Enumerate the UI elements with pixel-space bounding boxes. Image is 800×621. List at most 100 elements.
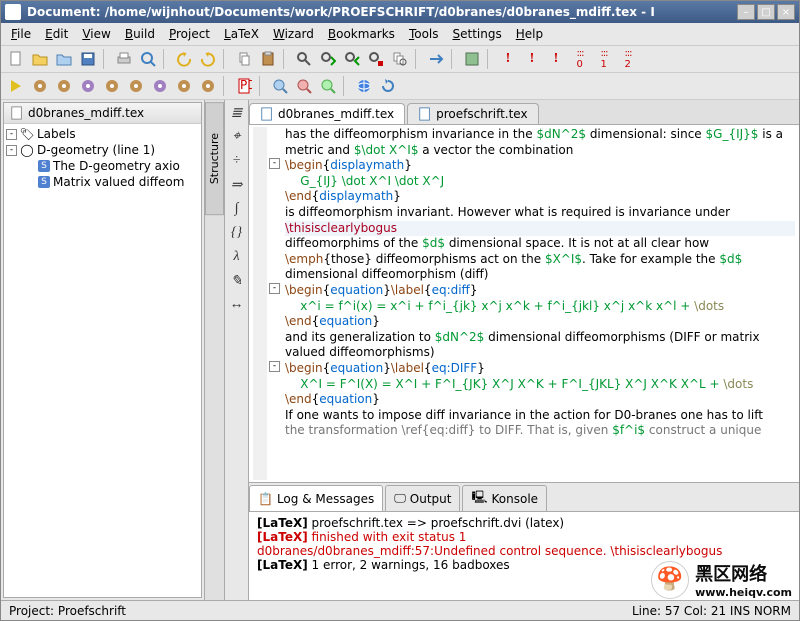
menu-view[interactable]: View <box>76 25 116 43</box>
error-2-button[interactable]: ! <box>521 48 543 70</box>
editor-tool-button[interactable]: ⇒ <box>228 176 246 194</box>
bottom-tab[interactable]: 📋Log & Messages <box>249 485 383 511</box>
gear-1-button[interactable] <box>29 75 51 97</box>
print-button[interactable] <box>113 48 135 70</box>
find-next-button[interactable] <box>317 48 339 70</box>
structure-panel: d0branes_mdiff.tex -🏷Labels-◯D-geometry … <box>1 100 205 600</box>
menu-tools[interactable]: Tools <box>403 25 445 43</box>
editor-tool-button[interactable]: λ <box>228 248 246 266</box>
marker-2-button[interactable]: :::2 <box>617 48 639 70</box>
watermark: 🍄 黑区网络 www.heiqv.com <box>651 560 792 599</box>
close-button[interactable]: × <box>777 4 795 20</box>
editor-tool-button[interactable]: ✎ <box>228 272 246 290</box>
menu-latex[interactable]: LaTeX <box>218 25 265 43</box>
marker-1-button[interactable]: :::1 <box>593 48 615 70</box>
save-button[interactable] <box>77 48 99 70</box>
expander-icon[interactable]: - <box>6 129 17 140</box>
bottom-tabs: 📋Log & Messages🖵Output 🖳 Konsole <box>249 483 799 512</box>
error-1-button[interactable]: ! <box>497 48 519 70</box>
find-in-files-button[interactable] <box>389 48 411 70</box>
copy-button[interactable] <box>233 48 255 70</box>
view-pdf-button[interactable] <box>317 75 339 97</box>
tree-header[interactable]: d0branes_mdiff.tex <box>4 103 201 124</box>
gear-3-button[interactable] <box>77 75 99 97</box>
minimize-button[interactable]: – <box>737 4 755 20</box>
tree-node[interactable]: SThe D-geometry axio <box>6 158 199 174</box>
reload-button[interactable] <box>377 75 399 97</box>
editor-tab[interactable]: proefschrift.tex <box>407 103 538 124</box>
gear-4-button[interactable] <box>101 75 123 97</box>
tree-node[interactable]: -🏷Labels <box>6 126 199 142</box>
editor-tool-button[interactable]: ⌖ <box>228 128 246 146</box>
maximize-button[interactable]: □ <box>757 4 775 20</box>
goto-line-button[interactable] <box>425 48 447 70</box>
menu-build[interactable]: Build <box>119 25 161 43</box>
tree-node[interactable]: -◯D-geometry (line 1) <box>6 142 199 158</box>
watermark-logo-icon: 🍄 <box>651 561 689 599</box>
tab-icon: 🖳 <box>471 488 487 509</box>
replace-button[interactable] <box>365 48 387 70</box>
pdf-button[interactable]: PDF <box>233 75 255 97</box>
open-recent-button[interactable] <box>53 48 75 70</box>
view-dvi-button[interactable] <box>269 75 291 97</box>
editor-tool-button[interactable]: {} <box>228 224 246 242</box>
tree-label: The D-geometry axio <box>53 159 180 173</box>
editor-tool-button[interactable]: ÷ <box>228 152 246 170</box>
circle-icon: ◯ <box>20 143 34 157</box>
menu-bookmarks[interactable]: Bookmarks <box>322 25 401 43</box>
menu-help[interactable]: Help <box>510 25 549 43</box>
find-prev-button[interactable] <box>341 48 363 70</box>
gear-6-button[interactable] <box>149 75 171 97</box>
labels-icon: 🏷 <box>20 127 34 141</box>
new-file-button[interactable] <box>5 48 27 70</box>
main-window: Document: /home/wijnhout/Documents/work/… <box>0 0 800 621</box>
side-tabs: Structure <box>205 100 225 600</box>
marker-0-button[interactable]: :::0 <box>569 48 591 70</box>
error-3-button[interactable]: ! <box>545 48 567 70</box>
tree-label: D-geometry (line 1) <box>37 143 155 157</box>
menu-file[interactable]: File <box>5 25 37 43</box>
app-icon <box>5 4 21 20</box>
window-title: Document: /home/wijnhout/Documents/work/… <box>27 5 737 19</box>
editor-tab[interactable]: d0branes_mdiff.tex <box>249 103 405 124</box>
paste-button[interactable] <box>257 48 279 70</box>
editor-tool-button[interactable]: ∫ <box>228 200 246 218</box>
tree-node[interactable]: SMatrix valued diffeom <box>6 174 199 190</box>
gear-2-button[interactable] <box>53 75 75 97</box>
menu-wizard[interactable]: Wizard <box>267 25 320 43</box>
section-icon: S <box>38 176 50 188</box>
redo-button[interactable] <box>197 48 219 70</box>
tab-label: proefschrift.tex <box>436 107 527 121</box>
editor-tool-button[interactable]: ≣ <box>228 104 246 122</box>
open-button[interactable] <box>29 48 51 70</box>
gear-8-button[interactable] <box>197 75 219 97</box>
expander-icon[interactable]: - <box>6 145 17 156</box>
tab-icon: 🖵 <box>394 491 406 506</box>
browser-button[interactable] <box>353 75 375 97</box>
statusbar: Project: Proefschrift Line: 57 Col: 21 I… <box>1 600 799 620</box>
status-project: Project: Proefschrift <box>9 604 126 618</box>
tex-file-icon <box>260 107 274 121</box>
print-preview-button[interactable] <box>137 48 159 70</box>
toolbar-1: ! ! ! :::0 :::1 :::2 <box>1 46 799 73</box>
editor[interactable]: has the diffeomorphism invariance in the… <box>249 125 799 482</box>
structure-tree: d0branes_mdiff.tex -🏷Labels-◯D-geometry … <box>3 102 202 598</box>
bottom-tab[interactable]: 🖳 Konsole <box>462 485 547 511</box>
undo-button[interactable] <box>173 48 195 70</box>
menubar: File Edit View Build Project LaTeX Wizar… <box>1 23 799 46</box>
editor-tool-button[interactable]: ↔ <box>228 296 246 314</box>
gear-5-button[interactable] <box>125 75 147 97</box>
bottom-tab[interactable]: 🖵Output <box>385 485 460 511</box>
quickbuild-button[interactable] <box>5 75 27 97</box>
config-button[interactable] <box>461 48 483 70</box>
tab-label: Konsole <box>492 492 539 506</box>
menu-settings[interactable]: Settings <box>447 25 508 43</box>
titlebar[interactable]: Document: /home/wijnhout/Documents/work/… <box>1 1 799 23</box>
tab-label: Log & Messages <box>277 492 374 506</box>
view-ps-button[interactable] <box>293 75 315 97</box>
structure-side-tab[interactable]: Structure <box>205 102 224 215</box>
menu-project[interactable]: Project <box>163 25 216 43</box>
gear-7-button[interactable] <box>173 75 195 97</box>
find-button[interactable] <box>293 48 315 70</box>
menu-edit[interactable]: Edit <box>39 25 74 43</box>
